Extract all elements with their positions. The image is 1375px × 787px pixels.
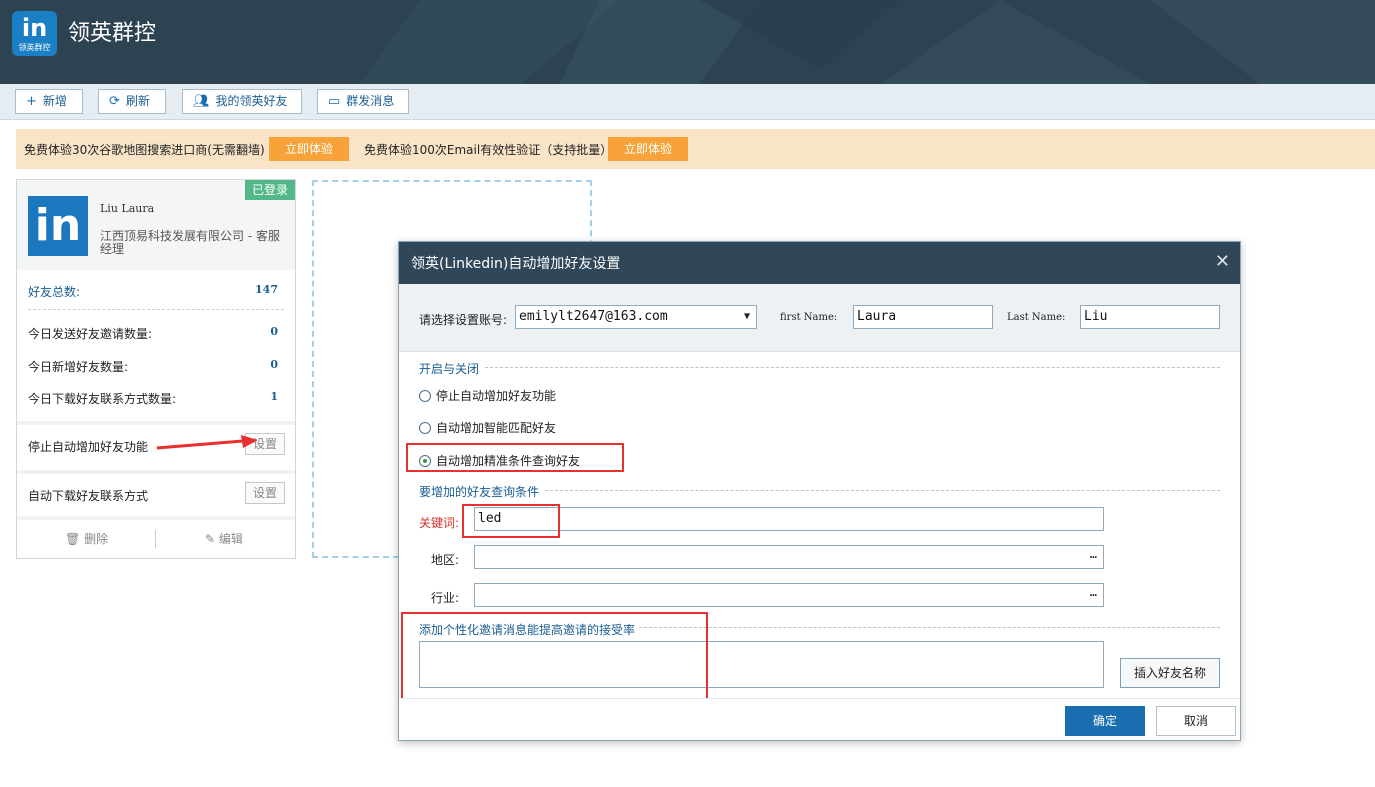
promo-text-maps: 免费体验30次谷歌地图搜索进口商(无需翻墙) <box>24 143 265 157</box>
industry-input[interactable]: … <box>474 583 1104 607</box>
industry-label: 行业: <box>431 591 460 605</box>
cancel-button[interactable]: 取消 <box>1156 706 1236 736</box>
app-header: in 领英群控 领英群控 <box>0 0 1375 84</box>
add-button-label: 新增 <box>42 94 67 108</box>
divider <box>485 367 1220 368</box>
logo-subtitle: 领英群控 <box>18 43 51 52</box>
account-company: 江西顶易科技发展有限公司 - 客服经理 <box>100 229 280 256</box>
close-icon[interactable]: ✕ <box>1215 251 1230 272</box>
divider <box>155 530 156 548</box>
friends-total-value: 147 <box>255 283 278 296</box>
highlight-box <box>462 504 560 538</box>
auto-add-label: 停止自动增加好友功能 <box>28 440 149 454</box>
last-name-field[interactable]: Liu <box>1080 305 1220 329</box>
option-label: 停止自动增加好友功能 <box>436 389 557 403</box>
delete-label: 删除 <box>84 532 109 546</box>
stat-row: 今日新增好友数量: 0 <box>28 358 284 375</box>
auto-add-friends-dialog: 领英(Linkedin)自动增加好友设置 ✕ 请选择设置账号: emilylt2… <box>398 241 1241 741</box>
broadcast-button-label: 群发消息 <box>346 94 395 108</box>
try-email-button[interactable]: 立即体验 <box>608 137 688 161</box>
app-logo: in 领英群控 <box>12 11 57 56</box>
criteria-group-title: 要增加的好友查询条件 <box>419 485 540 499</box>
account-card: in Liu Laura 江西顶易科技发展有限公司 - 客服经理 已登录 好友总… <box>16 179 296 559</box>
toolbar: + 新增 ⟳ 刷新 👥︎ 我的领英好友 ▭ 群发消息 <box>0 84 1375 120</box>
divider <box>28 309 284 310</box>
keyword-label: 关键词: <box>419 516 460 530</box>
dialog-title: 领英(Linkedin)自动增加好友设置 <box>411 256 621 272</box>
auto-download-settings-button[interactable]: 设置 <box>245 482 285 504</box>
account-select[interactable]: emilylt2647@163.com ▼ <box>515 305 757 329</box>
stat-label: 今日发送好友邀请数量: <box>28 327 153 341</box>
message-icon: ▭ <box>328 94 341 109</box>
divider <box>545 490 1220 491</box>
refresh-button-label: 刷新 <box>125 94 150 108</box>
option-stop-auto-add[interactable]: 停止自动增加好友功能 <box>419 387 556 404</box>
stat-value: 0 <box>270 325 278 338</box>
first-name-field[interactable]: Laura <box>853 305 993 329</box>
highlight-box <box>406 443 624 472</box>
radio-icon <box>419 390 431 402</box>
edit-button[interactable]: ✎ 编辑 <box>205 530 243 547</box>
first-name-label: first Name: <box>780 312 838 323</box>
ok-button[interactable]: 确定 <box>1065 706 1145 736</box>
refresh-button[interactable]: ⟳ 刷新 <box>98 89 166 114</box>
stat-value: 1 <box>270 390 278 403</box>
stat-label: 今日下载好友联系方式数量: <box>28 392 177 406</box>
app-title: 领英群控 <box>68 21 157 46</box>
account-settings-row: 请选择设置账号: emilylt2647@163.com ▼ first Nam… <box>399 284 1240 352</box>
chevron-down-icon: ▼ <box>743 311 750 322</box>
plus-icon: + <box>26 94 37 109</box>
friends-total-label: 好友总数: <box>28 285 81 299</box>
option-label: 自动增加智能匹配好友 <box>436 421 557 435</box>
account-label: 请选择设置账号: <box>419 313 508 327</box>
auto-download-section: 自动下载好友联系方式 设置 <box>17 470 295 514</box>
stat-label: 今日新增好友数量: <box>28 360 129 374</box>
header-decoration <box>360 0 1375 84</box>
region-label: 地区: <box>431 553 460 567</box>
linkedin-logo-icon: in <box>28 196 88 256</box>
account-select-value: emilylt2647@163.com <box>519 309 668 324</box>
users-icon: 👥︎ <box>193 94 210 109</box>
stat-row: 今日下载好友联系方式数量: 1 <box>28 390 284 407</box>
promo-banner: 免费体验30次谷歌地图搜索进口商(无需翻墙) 立即体验 免费体验100次Emai… <box>16 129 1375 169</box>
stat-value: 0 <box>270 358 278 371</box>
keyword-input[interactable]: led <box>474 507 1104 531</box>
my-friends-button[interactable]: 👥︎ 我的领英好友 <box>182 89 302 114</box>
stat-row: 今日发送好友邀请数量: 0 <box>28 325 284 342</box>
option-smart-match[interactable]: 自动增加智能匹配好友 <box>419 419 556 436</box>
more-icon[interactable]: … <box>1090 584 1097 603</box>
edit-label: 编辑 <box>218 532 243 546</box>
last-name-label: Last Name: <box>1007 312 1066 323</box>
broadcast-button[interactable]: ▭ 群发消息 <box>317 89 409 114</box>
dialog-titlebar: 领英(Linkedin)自动增加好友设置 ✕ <box>399 242 1240 284</box>
region-input[interactable]: … <box>474 545 1104 569</box>
more-icon[interactable]: … <box>1090 546 1097 565</box>
friends-total-row: 好友总数: 147 <box>28 283 284 300</box>
refresh-icon: ⟳ <box>109 94 120 109</box>
radio-icon <box>419 422 431 434</box>
add-button[interactable]: + 新增 <box>15 89 83 114</box>
insert-friend-name-button[interactable]: 插入好友名称 <box>1120 658 1220 688</box>
logo-text: in <box>21 14 48 42</box>
my-friends-button-label: 我的领英好友 <box>215 94 288 108</box>
account-name: Liu Laura <box>100 202 155 215</box>
divider <box>639 627 1220 628</box>
trash-icon: 🗑︎ <box>65 532 81 546</box>
promo-text-email: 免费体验100次Email有效性验证（支持批量） <box>364 143 613 157</box>
pencil-icon: ✎ <box>205 532 216 546</box>
auto-download-label: 自动下载好友联系方式 <box>28 489 149 503</box>
delete-button[interactable]: 🗑︎ 删除 <box>65 530 108 547</box>
arrow-annotation-icon <box>156 435 258 450</box>
dialog-footer: 确定 取消 <box>399 698 1240 740</box>
status-badge: 已登录 <box>245 180 295 200</box>
try-maps-button[interactable]: 立即体验 <box>269 137 349 161</box>
highlight-box <box>401 612 708 700</box>
account-card-footer: 🗑︎ 删除 ✎ 编辑 <box>17 516 295 558</box>
toggle-group-title: 开启与关闭 <box>419 362 480 376</box>
